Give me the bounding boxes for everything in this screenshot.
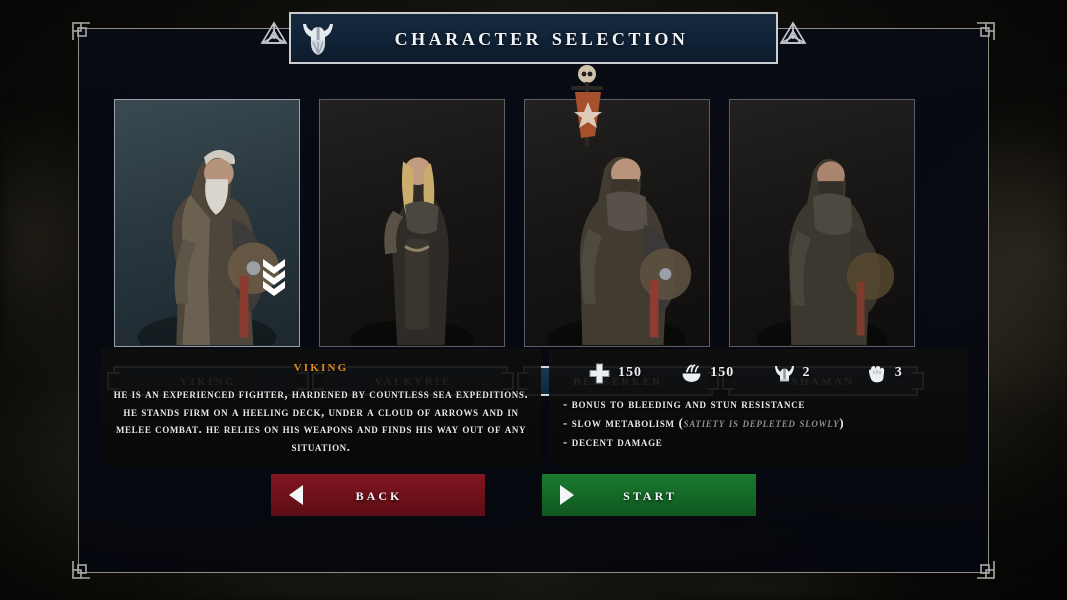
corner-knot-ornament-top-left (70, 20, 96, 46)
character-portrait-shaman (730, 100, 914, 346)
character-portrait-berserker (525, 100, 709, 346)
character-detail-description: He is an experienced fighter, hardened b… (113, 387, 529, 454)
viking-helmet-icon (301, 20, 335, 56)
perk-text: - Decent damage (563, 435, 663, 449)
back-button[interactable]: Back (271, 474, 485, 516)
character-detail-name: Viking (293, 359, 349, 375)
stat-row: 150 150 2 3 (563, 357, 954, 389)
character-stats-panel: 150 150 2 3 - bonus to bleeding and stun… (549, 349, 968, 466)
character-portrait-valkyrie (320, 100, 504, 346)
left-triangle-icon (289, 485, 303, 505)
character-card-shaman[interactable]: Shaman (722, 99, 924, 396)
character-card-berserker[interactable]: Berserker (517, 65, 719, 396)
character-card-valkyrie[interactable]: Valkyrie (312, 99, 514, 396)
stat-armor-value: 2 (802, 365, 811, 380)
action-button-row: Back Start (101, 474, 968, 516)
perk-text: - Slow metabolism ( (563, 416, 684, 430)
back-button-label: Back (355, 485, 403, 504)
perk-item: - Bonus to bleeding and stun resistance (563, 395, 954, 414)
stat-damage-value: 3 (894, 365, 903, 380)
corner-knot-ornament-top-right (971, 20, 997, 46)
selection-chevron-indicator (261, 257, 287, 302)
perk-item: - Decent damage (563, 433, 954, 452)
food-bowl-icon (681, 363, 702, 384)
corner-knot-ornament-bottom-right (971, 555, 997, 581)
page-title: Character selection (394, 24, 689, 51)
stat-health: 150 (589, 363, 677, 384)
perk-list: - Bonus to bleeding and stun resistance … (563, 395, 954, 452)
perk-item: - Slow metabolism (satiety is depleted s… (563, 414, 954, 433)
title-knot-ornament-right (776, 17, 810, 61)
berserker-skull-banner-icon (571, 65, 603, 146)
character-selection-screen: Viking (0, 0, 1067, 600)
right-triangle-icon (560, 485, 574, 505)
stat-damage: 3 (866, 363, 954, 384)
character-card-viking[interactable]: Viking (107, 99, 309, 396)
perk-subtext: satiety is depleted slowly (683, 416, 840, 430)
character-card-row: Viking (107, 65, 955, 396)
fist-icon (866, 363, 887, 384)
stat-health-value: 150 (618, 365, 642, 380)
stat-armor: 2 (774, 363, 862, 384)
corner-knot-ornament-bottom-left (70, 555, 96, 581)
main-panel: Viking (72, 22, 995, 579)
character-portrait-viking (115, 100, 299, 346)
stat-satiety: 150 (681, 363, 769, 384)
horned-helmet-icon (774, 363, 795, 384)
start-button[interactable]: Start (542, 474, 756, 516)
title-bar: Character selection (260, 12, 807, 64)
perk-tail: ) (839, 416, 845, 430)
start-button-label: Start (623, 485, 677, 504)
title-knot-ornament-left (257, 17, 291, 61)
stat-satiety-value: 150 (710, 365, 735, 380)
perk-text: - Bonus to bleeding and stun resistance (563, 397, 806, 411)
health-cross-icon (589, 363, 610, 384)
character-description-panel: Viking He is an experienced fighter, har… (101, 349, 541, 466)
title-plate: Character selection (289, 12, 778, 64)
